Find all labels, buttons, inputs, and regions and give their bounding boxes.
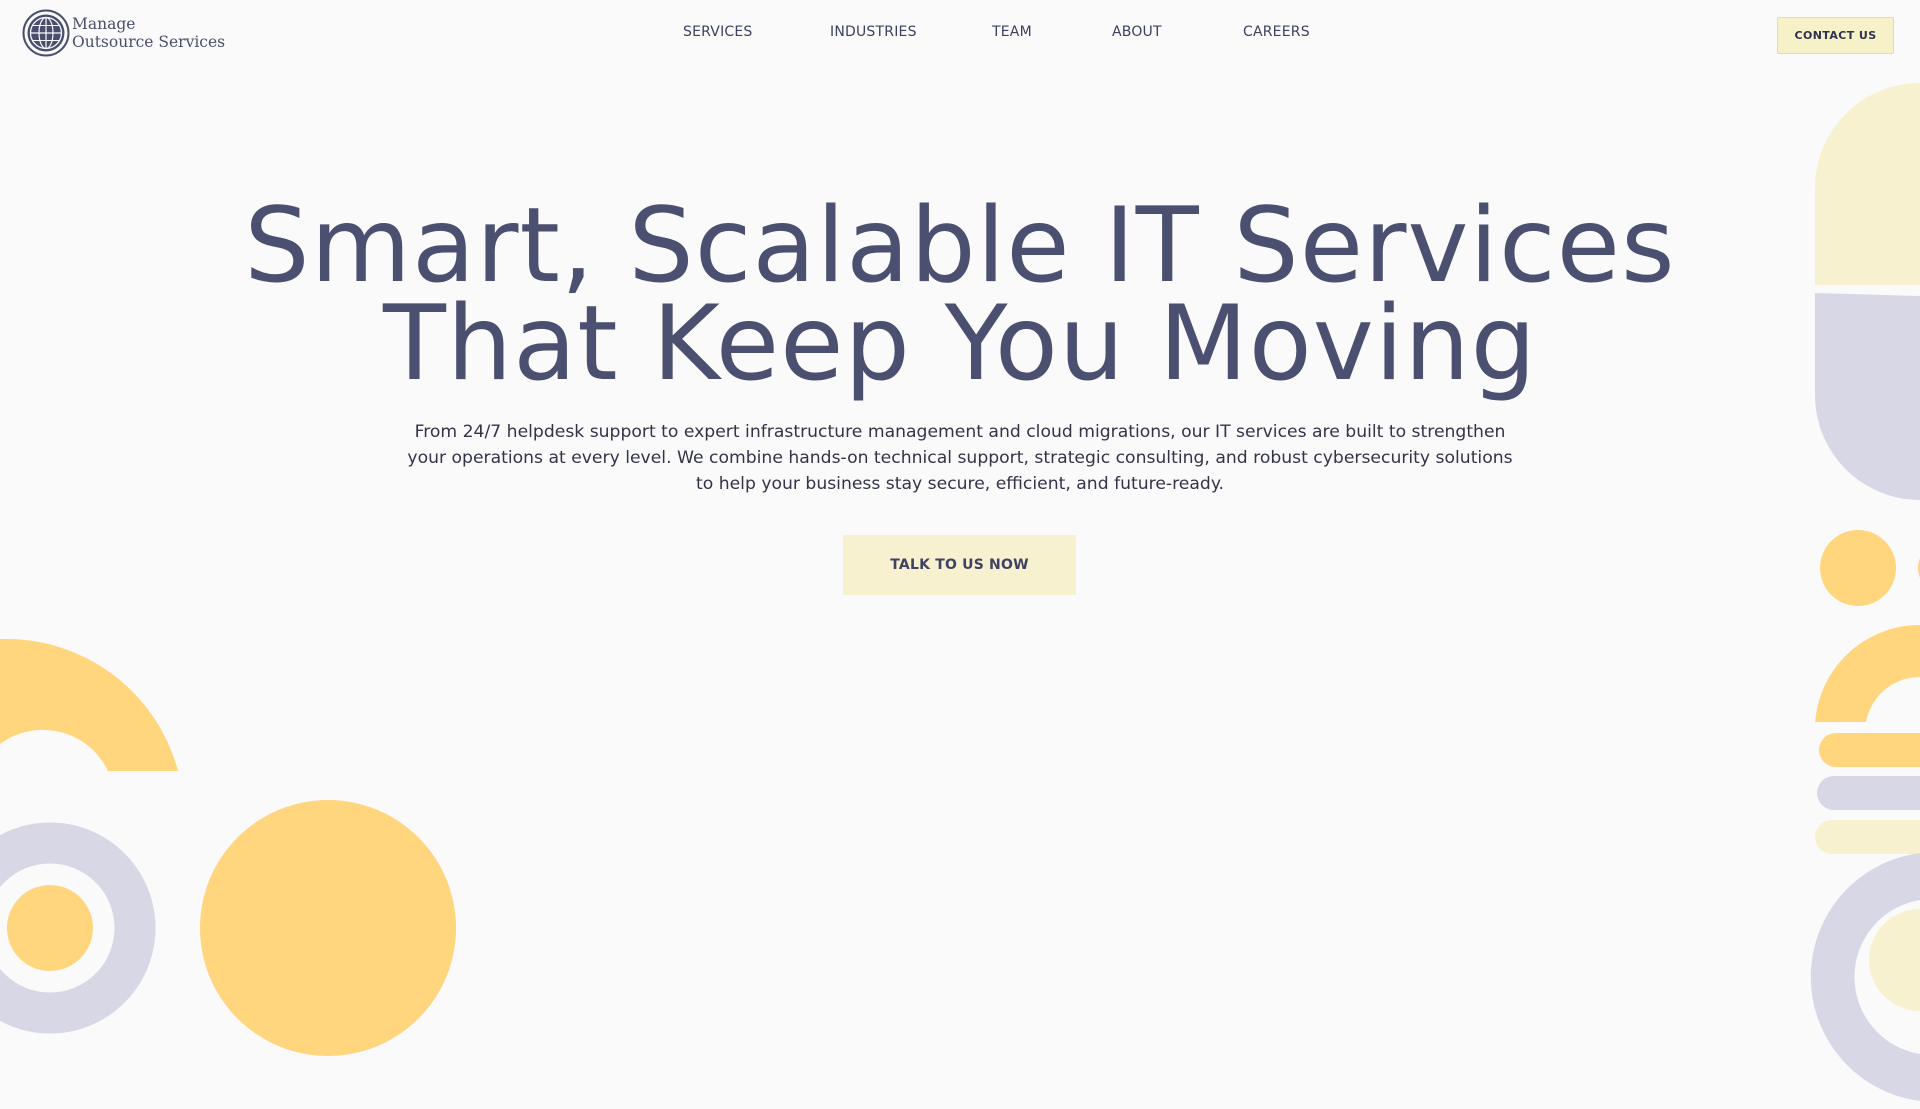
site-header: Manage Outsource Services SERVICES INDUS… [0, 0, 1920, 70]
hero-title: Smart, Scalable IT Services That Keep Yo… [0, 186, 1920, 404]
nav-industries[interactable]: INDUSTRIES [830, 24, 917, 40]
yellow-dot-shape [1820, 530, 1896, 606]
page: Manage Outsource Services SERVICES INDUS… [0, 0, 1920, 1109]
nav-team[interactable]: TEAM [992, 24, 1032, 40]
talk-to-us-button[interactable]: TALK TO US NOW [843, 535, 1076, 595]
yellow-arc-shape [0, 638, 178, 771]
yellow-small-circle-shape [7, 885, 93, 971]
main-nav: SERVICES INDUSTRIES TEAM ABOUT CAREERS [0, 24, 1920, 46]
yellow-arch-shape [1815, 625, 1920, 725]
hero-title-line-1: Smart, Scalable IT Services [244, 186, 1676, 306]
cream-half-circle-shape [1869, 909, 1920, 1011]
cream-bar-shape [1815, 820, 1920, 854]
lavender-half-ring-shape [1810, 853, 1920, 1101]
lavender-ring-shape [0, 822, 156, 1034]
nav-careers[interactable]: CAREERS [1243, 24, 1310, 40]
nav-about[interactable]: ABOUT [1112, 24, 1162, 40]
yellow-large-circle-shape [200, 800, 456, 1056]
lavender-bar-shape [1817, 776, 1920, 810]
contact-us-button[interactable]: CONTACT US [1777, 17, 1894, 54]
nav-services[interactable]: SERVICES [683, 24, 753, 40]
yellow-bar-shape [1819, 733, 1920, 767]
hero-description: From 24/7 helpdesk support to expert inf… [407, 422, 1513, 494]
hero-title-line-2: That Keep You Moving [382, 284, 1538, 404]
